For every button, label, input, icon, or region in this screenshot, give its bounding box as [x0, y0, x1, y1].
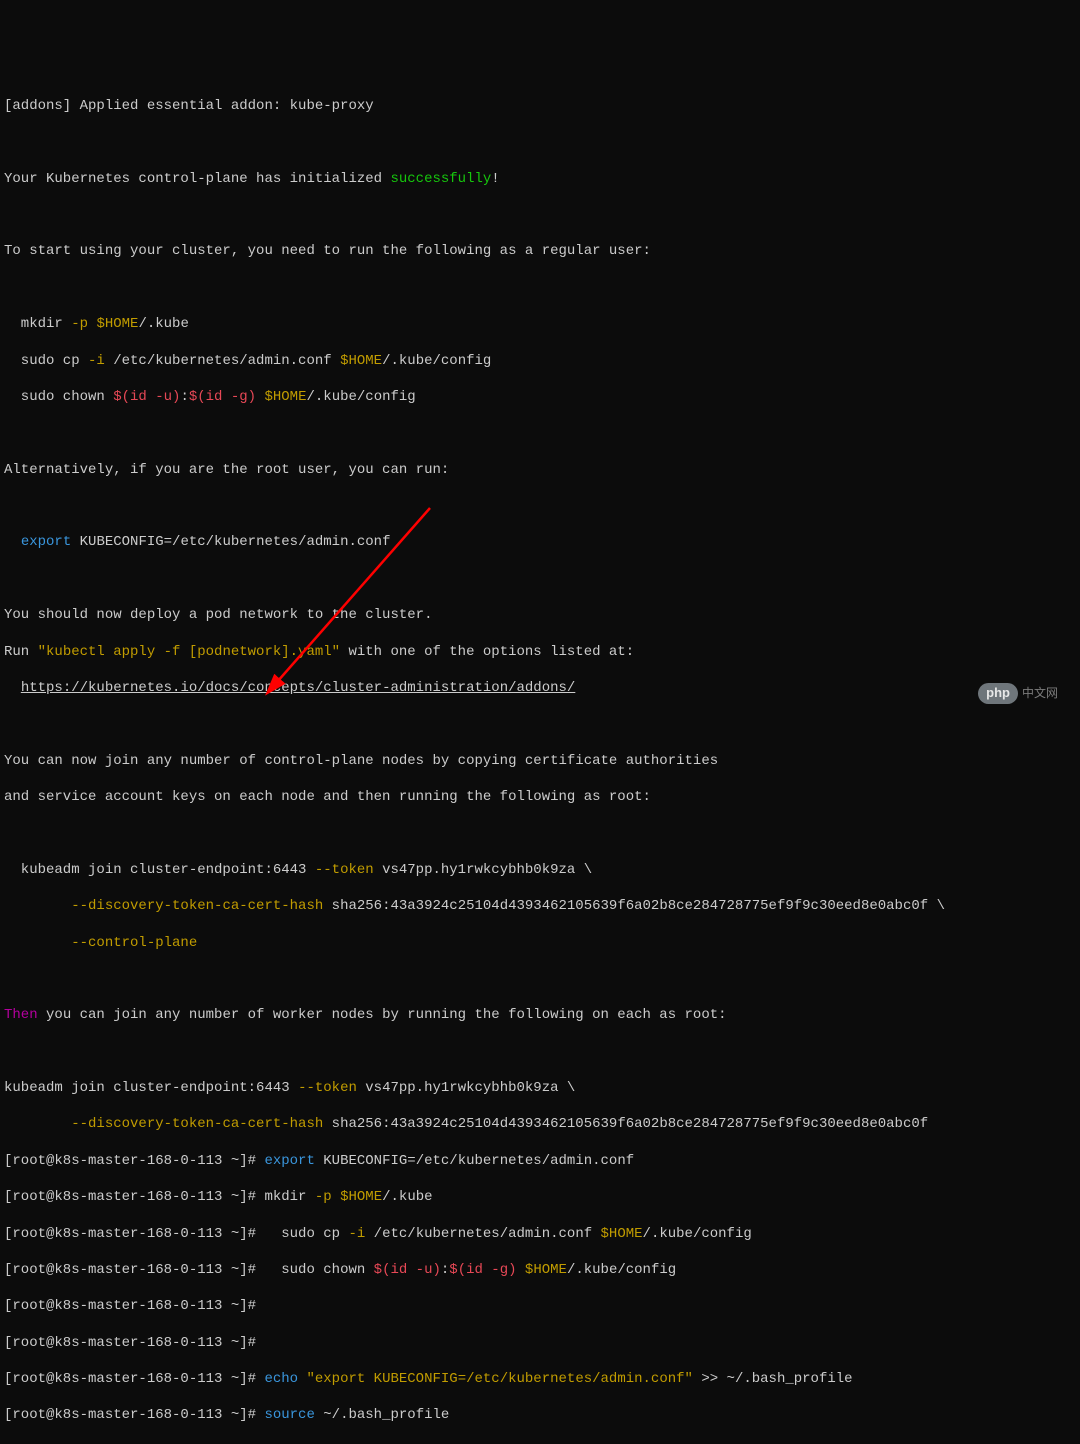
- blank: [4, 279, 1076, 297]
- join-cmd3: --control-plane: [4, 934, 1076, 952]
- prompt-4: [root@k8s-master-168-0-113 ~]# sudo chow…: [4, 1261, 1076, 1279]
- blank: [4, 570, 1076, 588]
- terminal-output[interactable]: [addons] Applied essential addon: kube-p…: [4, 79, 1076, 1444]
- blank: [4, 133, 1076, 151]
- watermark: php 中文网: [978, 683, 1058, 704]
- prompt-9: [root@k8s-master-168-0-113 ~]# kubectl g…: [4, 1443, 1076, 1444]
- join-cp1: You can now join any number of control-p…: [4, 752, 1076, 770]
- init-success: Your Kubernetes control-plane has initia…: [4, 170, 1076, 188]
- prompt-5: [root@k8s-master-168-0-113 ~]#: [4, 1297, 1076, 1315]
- blank: [4, 424, 1076, 442]
- watermark-badge: php: [978, 683, 1018, 704]
- chown-cmd: sudo chown $(id -u):$(id -g) $HOME/.kube…: [4, 388, 1076, 406]
- worker-join2: --discovery-token-ca-cert-hash sha256:43…: [4, 1115, 1076, 1133]
- deploy-msg: You should now deploy a pod network to t…: [4, 606, 1076, 624]
- run-msg: Run "kubectl apply -f [podnetwork].yaml"…: [4, 643, 1076, 661]
- docs-link: https://kubernetes.io/docs/concepts/clus…: [4, 679, 1076, 697]
- blank: [4, 970, 1076, 988]
- addon-line: [addons] Applied essential addon: kube-p…: [4, 97, 1076, 115]
- alternatively: Alternatively, if you are the root user,…: [4, 461, 1076, 479]
- prompt-7: [root@k8s-master-168-0-113 ~]# echo "exp…: [4, 1370, 1076, 1388]
- watermark-text: 中文网: [1022, 686, 1058, 702]
- blank: [4, 497, 1076, 515]
- start-msg: To start using your cluster, you need to…: [4, 242, 1076, 260]
- cp-cmd: sudo cp -i /etc/kubernetes/admin.conf $H…: [4, 352, 1076, 370]
- export-cmd: export KUBECONFIG=/etc/kubernetes/admin.…: [4, 533, 1076, 551]
- blank: [4, 206, 1076, 224]
- prompt-6: [root@k8s-master-168-0-113 ~]#: [4, 1334, 1076, 1352]
- prompt-2: [root@k8s-master-168-0-113 ~]# mkdir -p …: [4, 1188, 1076, 1206]
- join-cmd2: --discovery-token-ca-cert-hash sha256:43…: [4, 897, 1076, 915]
- blank: [4, 715, 1076, 733]
- prompt-1: [root@k8s-master-168-0-113 ~]# export KU…: [4, 1152, 1076, 1170]
- blank: [4, 1043, 1076, 1061]
- blank: [4, 824, 1076, 842]
- worker-join1: kubeadm join cluster-endpoint:6443 --tok…: [4, 1079, 1076, 1097]
- join-cmd1: kubeadm join cluster-endpoint:6443 --tok…: [4, 861, 1076, 879]
- prompt-8: [root@k8s-master-168-0-113 ~]# source ~/…: [4, 1406, 1076, 1424]
- prompt-3: [root@k8s-master-168-0-113 ~]# sudo cp -…: [4, 1225, 1076, 1243]
- join-cp2: and service account keys on each node an…: [4, 788, 1076, 806]
- mkdir-cmd: mkdir -p $HOME/.kube: [4, 315, 1076, 333]
- then-line: Then you can join any number of worker n…: [4, 1006, 1076, 1024]
